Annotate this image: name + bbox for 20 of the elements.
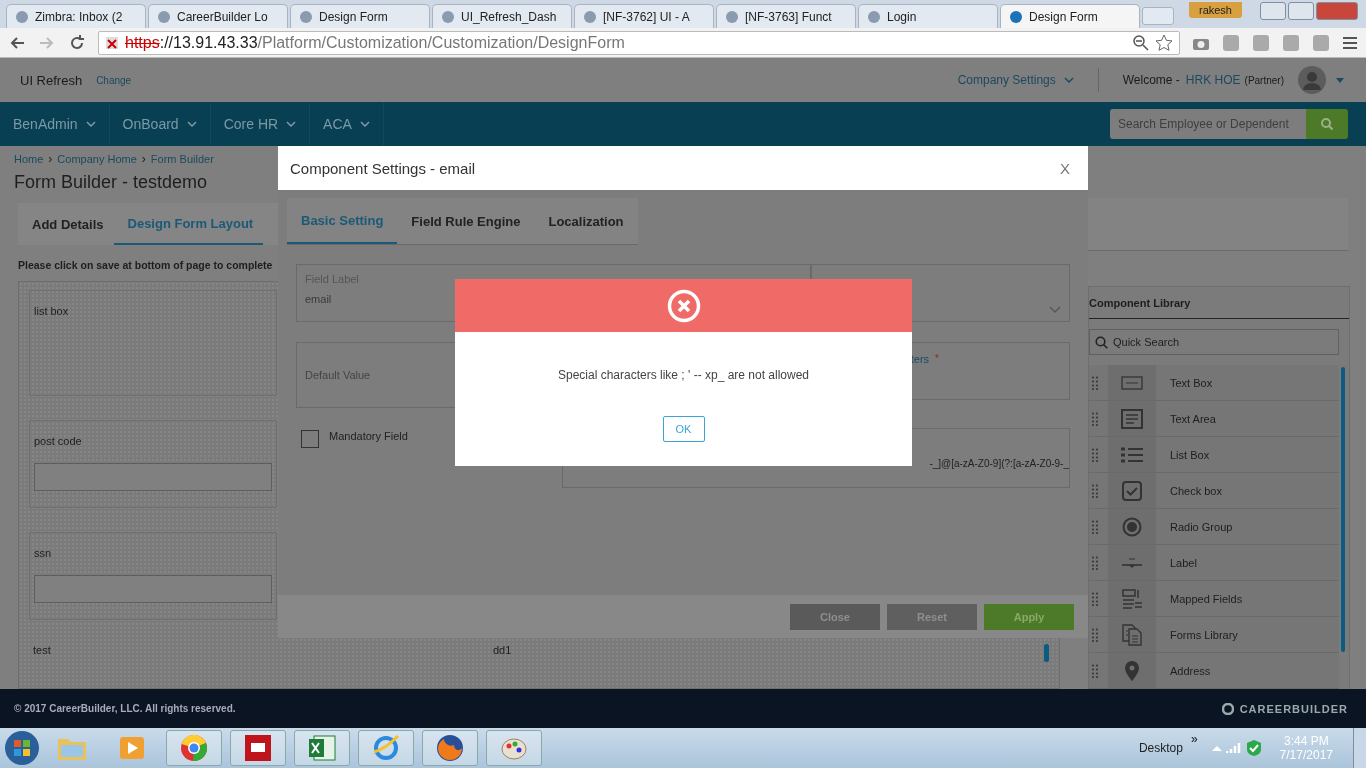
breadcrumb-separator: › [141,152,146,167]
field-label: dd1 [493,644,513,657]
panel-title: Component Library [1089,287,1349,320]
page-title: Form Builder - testdemo [14,172,209,194]
brand-name: CAREERBUILDER [1239,702,1348,715]
field-label: list box [34,305,70,318]
alert-message: Special characters like ; ' -- xp_ are not allowed [557,368,810,382]
field-label: ters [910,353,930,366]
dialog-title: Component Settings - email [290,159,476,177]
field-label: post code [34,435,83,448]
field-label: ssn [34,547,53,560]
field-label: test [33,644,52,657]
checkbox-label: Mandatory Field [329,430,408,443]
welcome-text: Welcome - [1122,73,1180,88]
user-role: (Partner) [1244,74,1284,86]
breadcrumb-separator: › [48,152,53,167]
app-name: UI Refresh [20,72,83,88]
instruction-text: Please click on save at bottom of page to complete [18,259,274,272]
required-mark: * [935,353,939,365]
copyright-text: © 2017 CareerBuilder, LLC. All rights reserved. [14,703,236,715]
